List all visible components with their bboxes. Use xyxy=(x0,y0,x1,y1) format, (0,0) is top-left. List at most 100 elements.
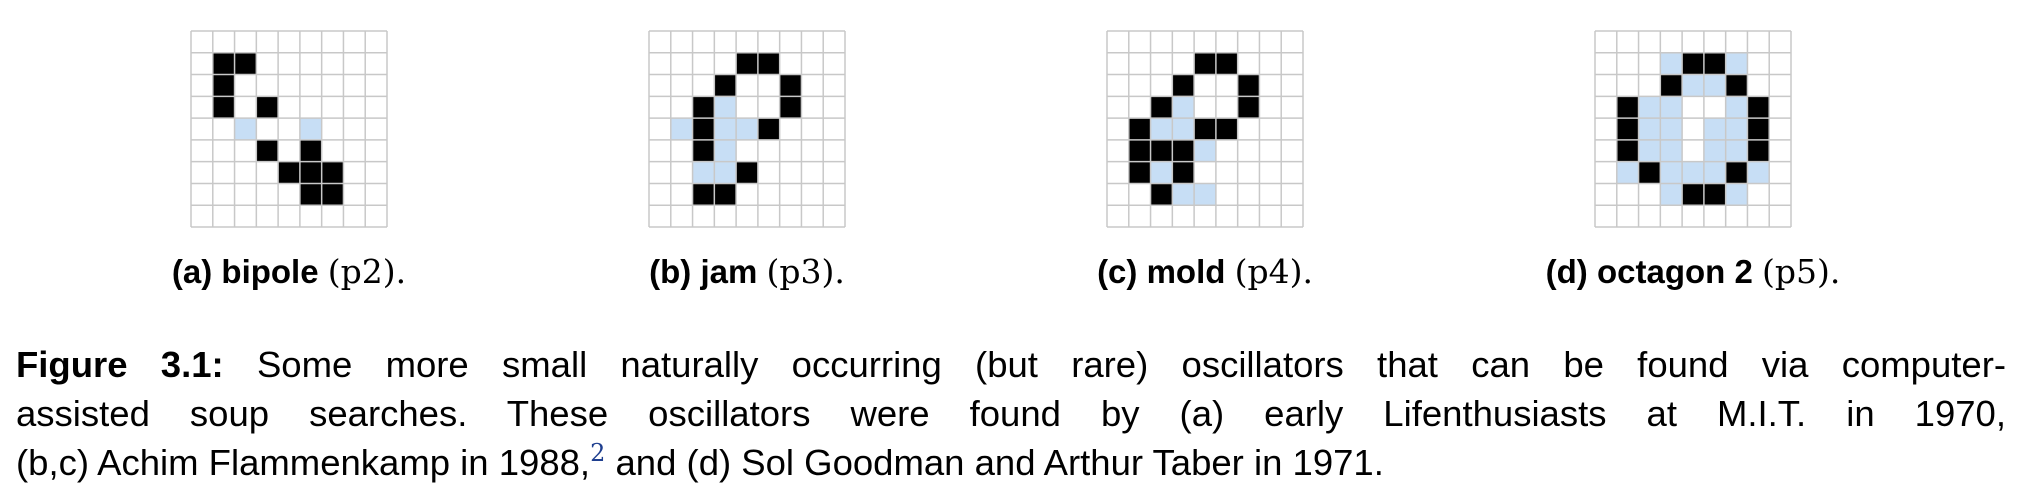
ghost-cell xyxy=(1660,52,1683,75)
ghost-cell xyxy=(1638,118,1661,140)
ghost-cell xyxy=(692,161,715,184)
subfigure-c-caption: (c) mold (p4). xyxy=(1097,252,1313,291)
alive-cell xyxy=(1215,52,1238,75)
ghost-cell xyxy=(1725,118,1748,140)
caption-line-3b: and (d) Sol Goodman and Arthur Taber in … xyxy=(605,442,1384,483)
ghost-cell xyxy=(1638,139,1661,162)
ghost-cell xyxy=(1194,183,1216,206)
caption-line-3a: (b,c) Achim Flammenkamp in 1988, xyxy=(16,442,591,483)
subfigure-d-period: (p5). xyxy=(1761,252,1841,291)
alive-cell xyxy=(1128,118,1151,140)
alive-cell xyxy=(757,52,780,75)
alive-cell xyxy=(1172,161,1195,184)
subfigure-a-period: (p2). xyxy=(327,252,407,291)
alive-cell xyxy=(692,118,715,140)
alive-cell xyxy=(736,52,758,75)
subfigure-b-caption: (b) jam (p3). xyxy=(649,252,845,291)
ghost-cell xyxy=(1660,161,1683,184)
ghost-cell xyxy=(714,118,737,140)
caption-line-3: (b,c) Achim Flammenkamp in 1988,2 and (d… xyxy=(16,438,2006,487)
alive-cell xyxy=(1172,139,1195,162)
subfigure-c-name: mold xyxy=(1146,253,1226,290)
ghost-cell xyxy=(1660,96,1683,119)
alive-cell xyxy=(1215,118,1238,140)
alive-cell xyxy=(321,183,344,206)
alive-cell xyxy=(1237,96,1260,119)
alive-cell xyxy=(1616,118,1639,140)
ghost-cell xyxy=(1703,74,1726,97)
alive-cell xyxy=(779,74,802,97)
alive-cell xyxy=(1150,183,1173,206)
ghost-cell xyxy=(1638,96,1661,119)
ghost-cell xyxy=(1703,161,1726,184)
subfigure-a-tag: (a) xyxy=(171,253,213,290)
alive-cell xyxy=(1725,74,1748,97)
alive-cell xyxy=(234,52,257,75)
alive-cell xyxy=(1128,161,1151,184)
alive-cell xyxy=(299,183,322,206)
ghost-cell xyxy=(670,118,693,140)
alive-cell xyxy=(256,96,279,119)
ghost-cell xyxy=(1682,161,1704,184)
ghost-cell xyxy=(1660,183,1683,206)
alive-cell xyxy=(1194,118,1216,140)
caption-line-1-text: Some more small naturally occurring (but… xyxy=(223,344,2007,385)
alive-cell xyxy=(692,139,715,162)
figure-label: Figure 3.1: xyxy=(16,344,224,385)
alive-cell xyxy=(212,52,235,75)
alive-cell xyxy=(1638,161,1661,184)
ghost-cell xyxy=(1194,139,1216,162)
bipole-grid xyxy=(190,30,388,228)
alive-cell xyxy=(714,183,737,206)
ghost-cell xyxy=(1725,139,1748,162)
alive-cell xyxy=(299,161,322,184)
alive-cell xyxy=(1725,161,1748,184)
ghost-cell xyxy=(1150,118,1173,140)
ghost-cell xyxy=(1660,118,1683,140)
alive-cell xyxy=(299,139,322,162)
ghost-cell xyxy=(1703,139,1726,162)
alive-cell xyxy=(779,96,802,119)
alive-cell xyxy=(1616,96,1639,119)
alive-cell xyxy=(1682,183,1704,206)
ghost-cell xyxy=(1725,183,1748,206)
ghost-cell xyxy=(714,139,737,162)
subfigure-d-caption: (d) octagon 2 (p5). xyxy=(1546,252,1841,291)
alive-cell xyxy=(212,74,235,97)
subfigure-b-name: jam xyxy=(700,253,758,290)
alive-cell xyxy=(692,96,715,119)
ghost-cell xyxy=(234,118,257,140)
alive-cell xyxy=(1660,74,1683,97)
subfigure-c-tag: (c) xyxy=(1097,253,1138,290)
alive-cell xyxy=(692,183,715,206)
ghost-cell xyxy=(1150,161,1173,184)
subfigure-a-caption: (a) bipole (p2). xyxy=(172,252,406,291)
subfigure-b-period: (p3). xyxy=(766,252,845,291)
ghost-cell xyxy=(1172,118,1195,140)
ghost-cell xyxy=(1682,74,1704,97)
ghost-cell xyxy=(1747,161,1770,184)
alive-cell xyxy=(714,74,737,97)
figure-caption: Figure 3.1: Some more small naturally oc… xyxy=(16,340,2006,487)
octagon-2-grid xyxy=(1594,30,1792,228)
alive-cell xyxy=(1150,96,1173,119)
alive-cell xyxy=(1747,118,1770,140)
alive-cell xyxy=(1172,74,1195,97)
caption-line-2: assisted soup searches. These oscillator… xyxy=(16,393,2006,434)
subfigure-c-period: (p4). xyxy=(1234,252,1313,291)
jam-grid xyxy=(648,30,846,228)
ghost-cell xyxy=(1660,139,1683,162)
alive-cell xyxy=(1194,52,1216,75)
alive-cell xyxy=(256,139,279,162)
alive-cell xyxy=(1682,52,1704,75)
alive-cell xyxy=(1128,139,1151,162)
alive-cell xyxy=(212,96,235,119)
alive-cell xyxy=(1703,52,1726,75)
alive-cell xyxy=(1747,96,1770,119)
alive-cell xyxy=(1703,183,1726,206)
footnote-link[interactable]: 2 xyxy=(590,439,605,467)
ghost-cell xyxy=(714,161,737,184)
alive-cell xyxy=(757,118,780,140)
caption-line-1: Figure 3.1: Some more small naturally oc… xyxy=(16,340,2006,389)
alive-cell xyxy=(1237,74,1260,97)
